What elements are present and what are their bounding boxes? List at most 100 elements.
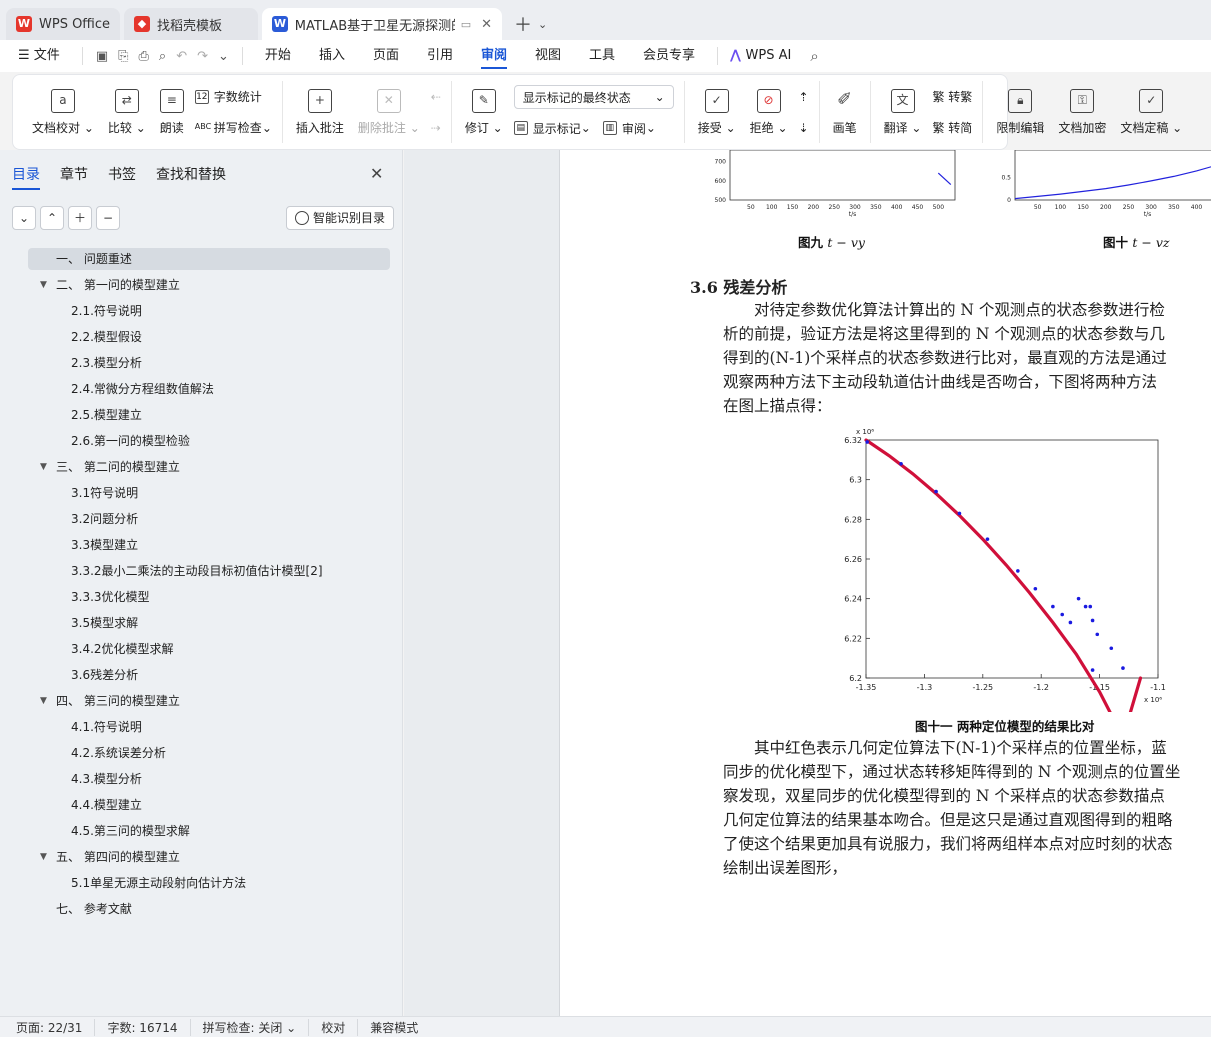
tab-docer-templates[interactable]: ◆ 找稻壳模板 <box>124 8 259 40</box>
toc-item[interactable]: 3.2问题分析 <box>28 508 390 530</box>
tab-wps-office[interactable]: W WPS Office <box>6 8 121 40</box>
toc-item[interactable]: ▼ 三、 第二问的模型建立 <box>28 456 390 478</box>
document-canvas[interactable]: 50 100 150 200 250 300 350 400 450 500 500 600 700 t/… <box>404 150 1211 1016</box>
close-icon[interactable]: ✕ <box>370 164 383 183</box>
document-page[interactable]: 50 100 150 200 250 300 350 400 450 500 500 600 700 t/… <box>559 150 1211 1016</box>
menu-page[interactable]: 页面 <box>359 40 413 72</box>
toc-item[interactable]: ▼ 四、 第三问的模型建立 <box>28 690 390 712</box>
monitor-icon[interactable]: ▭ <box>461 18 471 31</box>
file-menu[interactable]: ☰ 文件 <box>0 40 74 72</box>
next-change-icon[interactable]: ⇣ <box>799 117 809 139</box>
menu-home[interactable]: 开始 <box>251 40 305 72</box>
doc-check-button[interactable]: a 文档校对 ⌄ <box>25 81 101 143</box>
toc-item[interactable]: 2.4.常微分方程组数值解法 <box>28 378 390 400</box>
word-count-indicator[interactable]: 字数: 16714 <box>95 1018 191 1036</box>
share-icon[interactable]: ⎘ <box>113 49 133 64</box>
close-tab-icon[interactable]: ✕ <box>481 17 492 32</box>
print-icon[interactable]: ⎙ <box>134 49 154 64</box>
chevron-down-icon[interactable]: ⌄ <box>213 49 234 64</box>
wps-ai-button[interactable]: ⋀ WPS AI <box>726 40 805 72</box>
tab-toc[interactable]: 目录 <box>12 164 40 190</box>
pen-group: ✐ 画笔 <box>820 81 871 143</box>
print-preview-icon[interactable]: ⌕ <box>154 49 171 64</box>
expand-arrow-icon[interactable]: ▼ <box>40 846 47 868</box>
read-aloud-button[interactable]: ≡ 朗读 <box>153 81 191 143</box>
toc-item[interactable]: 3.6残差分析 <box>28 664 390 686</box>
toc-item[interactable]: 5.1单星无源主动段射向估计方法 <box>28 872 390 894</box>
pen-button[interactable]: ✐ 画笔 <box>826 81 864 143</box>
display-mode-select[interactable]: 显示标记的最终状态 ⌄ <box>513 85 674 109</box>
expand-arrow-icon[interactable]: ▼ <box>40 274 47 296</box>
toc-item[interactable]: 3.3模型建立 <box>28 534 390 556</box>
accept-button[interactable]: ✓ 接受 ⌄ <box>691 81 743 143</box>
expand-arrow-icon[interactable]: ▼ <box>40 690 47 712</box>
review-pane-button[interactable]: ▥ 审阅 ⌄ <box>602 120 656 137</box>
toc-item[interactable]: ▼ 五、 第四问的模型建立 <box>28 846 390 868</box>
show-markup-button[interactable]: ▤ 显示标记 ⌄ <box>513 120 591 137</box>
smart-toc-button[interactable]: 智能识别目录 <box>286 206 395 230</box>
new-tab-button[interactable]: ＋ ⌄ <box>506 8 555 40</box>
toc-item[interactable]: 4.4.模型建立 <box>28 794 390 816</box>
spell-check-status[interactable]: 拼写检查: 关闭 ⌄ <box>191 1018 310 1036</box>
track-changes-button[interactable]: ✎ 修订 ⌄ <box>458 81 510 143</box>
toc-item[interactable]: 2.2.模型假设 <box>28 326 390 348</box>
to-simplified-button[interactable]: 繁 转简 <box>932 117 972 139</box>
previous-change-icon[interactable]: ⇡ <box>799 86 809 108</box>
menu-references[interactable]: 引用 <box>413 40 467 72</box>
add-heading-button[interactable]: ＋ <box>68 206 92 230</box>
reject-button[interactable]: ⊘ 拒绝 ⌄ <box>743 81 795 143</box>
chevron-down-icon[interactable]: ⌄ <box>538 18 547 31</box>
insert-comment-button[interactable]: + 插入批注 <box>289 81 351 143</box>
toc-item[interactable]: 4.1.符号说明 <box>28 716 390 738</box>
toc-item[interactable]: 2.3.模型分析 <box>28 352 390 374</box>
toc-item[interactable]: 3.3.3优化模型 <box>28 586 390 608</box>
redo-icon[interactable]: ↷ <box>192 49 213 64</box>
collapse-down-button[interactable]: ⌄ <box>12 206 36 230</box>
delete-comment-button[interactable]: ✕ 删除批注 ⌄ <box>351 81 427 143</box>
toc-item[interactable]: 4.2.系统误差分析 <box>28 742 390 764</box>
save-icon[interactable]: ▣ <box>91 49 113 64</box>
tab-chapters[interactable]: 章节 <box>60 164 88 188</box>
menu-review[interactable]: 审阅 <box>467 40 521 72</box>
tab-bookmarks[interactable]: 书签 <box>108 164 136 188</box>
toc-item[interactable]: 4.3.模型分析 <box>28 768 390 790</box>
expand-arrow-icon[interactable]: ▼ <box>40 456 47 478</box>
restrict-edit-button[interactable]: 🔒︎ 限制编辑 <box>989 81 1051 143</box>
next-comment-icon[interactable]: ⇢ <box>431 117 441 139</box>
toc-item[interactable]: 2.1.符号说明 <box>28 300 390 322</box>
tab-find-replace[interactable]: 查找和替换 <box>156 164 226 188</box>
undo-icon[interactable]: ↶ <box>171 49 192 64</box>
menu-insert[interactable]: 插入 <box>305 40 359 72</box>
word-count-button[interactable]: 12 字数统计 <box>194 86 272 108</box>
encrypt-button[interactable]: ⚿ 文档加密 <box>1051 81 1113 143</box>
search-icon[interactable]: ⌕ <box>805 47 823 65</box>
menu-tools[interactable]: 工具 <box>575 40 629 72</box>
menu-membership[interactable]: 会员专享 <box>629 40 709 72</box>
toc-item[interactable]: 2.5.模型建立 <box>28 404 390 426</box>
to-traditional-button[interactable]: 繁 转繁 <box>932 86 972 108</box>
toc-item[interactable]: 3.4.2优化模型求解 <box>28 638 390 660</box>
spell-check-button[interactable]: ABC 拼写检查 ⌄ <box>195 117 272 139</box>
menu-view[interactable]: 视图 <box>521 40 575 72</box>
remove-heading-button[interactable]: − <box>96 206 120 230</box>
toc-item[interactable]: 一、 问题重述 <box>28 248 390 270</box>
translate-button[interactable]: 文 翻译 ⌄ <box>877 81 929 143</box>
toc-item[interactable]: 2.6.第一问的模型检验 <box>28 430 390 452</box>
move-up-button[interactable]: ⌃ <box>40 206 64 230</box>
toc-item-label: 3.3.2最小二乘法的主动段目标初值估计模型[2] <box>71 564 323 578</box>
compare-button[interactable]: ⇄ 比较 ⌄ <box>101 81 153 143</box>
toc-item[interactable]: 3.1符号说明 <box>28 482 390 504</box>
x-multiplier-label: x 10⁶ <box>1144 696 1162 704</box>
toc-item[interactable]: 七、 参考文献 <box>28 898 390 920</box>
previous-comment-icon[interactable]: ⇠ <box>431 86 441 108</box>
tab-current-document[interactable]: W MATLAB基于卫星无源探测的空 ▭ ✕ <box>262 8 503 40</box>
finalize-button[interactable]: ✓ 文档定稿 ⌄ <box>1113 81 1189 143</box>
toc-item[interactable]: 3.5模型求解 <box>28 612 390 634</box>
toc-item[interactable]: 3.3.2最小二乘法的主动段目标初值估计模型[2] <box>28 560 390 582</box>
toc-item[interactable]: ▼ 二、 第一问的模型建立 <box>28 274 390 296</box>
proofread-status[interactable]: 校对 <box>309 1018 359 1036</box>
compare-icon: ⇄ <box>114 88 139 113</box>
toc-item[interactable]: 4.5.第三问的模型求解 <box>28 820 390 842</box>
toc-item-label: 4.1.符号说明 <box>71 720 142 734</box>
page-indicator[interactable]: 页面: 22/31 <box>0 1018 96 1036</box>
